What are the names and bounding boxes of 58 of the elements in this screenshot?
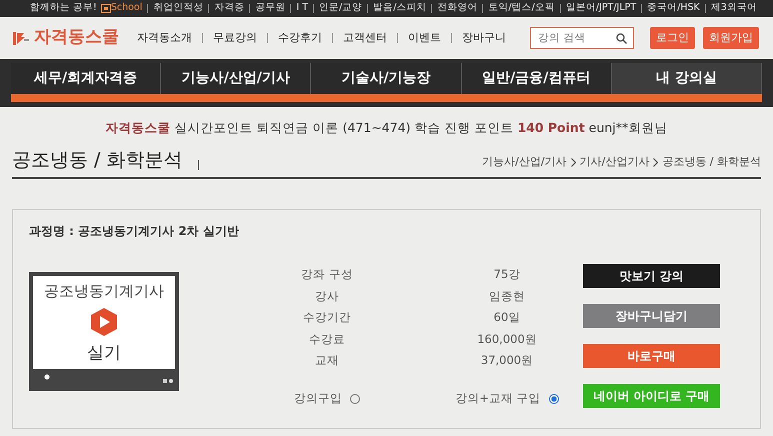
top-link[interactable]: 취업인적성 xyxy=(153,1,204,16)
radio-button[interactable] xyxy=(350,394,360,404)
detail-value: 75강 xyxy=(492,266,522,284)
header-menu-link[interactable]: 고객센터 xyxy=(343,30,387,46)
play-icon[interactable] xyxy=(90,306,118,337)
top-link[interactable]: 자격증 xyxy=(214,1,244,16)
search-field[interactable]: 강의 검색 xyxy=(530,27,634,49)
cart-button[interactable]: 장바구니담기 xyxy=(583,304,720,328)
top-link[interactable]: 중국어/HSK xyxy=(647,1,700,16)
top-link[interactable]: 인문/교양 xyxy=(319,1,362,16)
preview-button[interactable]: 맛보기 강의 xyxy=(583,264,720,288)
top-link[interactable]: 발음/스피치 xyxy=(373,1,426,16)
breadcrumb-link[interactable]: 공조냉동 / 화학분석 xyxy=(662,154,761,170)
detail-value: 37,000원 xyxy=(480,352,534,370)
header-menu-link[interactable]: 무료강의 xyxy=(213,30,257,46)
buy-button[interactable]: 바로구매 xyxy=(583,344,720,368)
radio-button[interactable] xyxy=(548,394,559,404)
header-menu-link[interactable]: 장바구니 xyxy=(462,30,506,46)
points-notice: 자격동스쿨 실시간포인트 퇴직연금 이론 (471~474) 학습 진행 포인트 140 Point eunj**회원님 xyxy=(104,119,668,137)
detail-label: 교재 xyxy=(314,352,340,370)
detail-value: 60일 xyxy=(492,309,522,326)
top-link[interactable]: 일본어/JPT/JLPT xyxy=(566,1,636,16)
detail-label: 강사 xyxy=(314,288,340,305)
school-link[interactable]: School xyxy=(100,1,142,16)
nav-tab[interactable]: 일반/금융/컴퓨터 xyxy=(462,63,612,94)
nav-tab[interactable]: 기술사/기능장 xyxy=(311,63,462,94)
detail-label: 수강기간 xyxy=(302,309,352,326)
login-button[interactable]: 로그인 xyxy=(650,26,695,50)
breadcrumb-link[interactable]: 기사/산업기사 xyxy=(580,154,650,170)
top-link[interactable]: 공무원 xyxy=(255,1,286,16)
top-link[interactable]: I T xyxy=(296,1,308,16)
slogan-text: 함께하는 공부! xyxy=(30,1,97,16)
header-menu-link[interactable]: 이벤트 xyxy=(408,30,441,46)
nav-tab[interactable]: 세무/회계자격증 xyxy=(11,63,162,94)
header-menu-link[interactable]: 수강후기 xyxy=(278,30,322,46)
thumbnail-title: 공조냉동기계기사 xyxy=(44,281,164,302)
top-link[interactable]: 제3외국어 xyxy=(710,1,757,16)
detail-label: 강좌 구성 xyxy=(300,266,354,284)
top-link[interactable]: 토익/텝스/오픽 xyxy=(488,1,555,16)
page-title: 공조냉동 / 화학분석 xyxy=(12,148,182,173)
option-label: 강의+교재 구입 xyxy=(455,390,541,407)
nav-tab[interactable]: 내 강의실 xyxy=(612,63,762,94)
top-link[interactable]: 전화영어 xyxy=(437,1,478,16)
course-name: 과정명 : 공조냉동기계기사 2차 실기반 xyxy=(29,223,240,240)
school-logo-icon xyxy=(100,4,111,13)
search-icon[interactable] xyxy=(616,33,627,44)
chevron-icon xyxy=(570,158,576,166)
signup-button[interactable]: 회원가입 xyxy=(703,26,759,50)
detail-value: 160,000원 xyxy=(476,330,538,348)
thumbnail-subtitle: 실기 xyxy=(87,342,121,365)
breadcrumb-link[interactable]: 기능사/산업/기사 xyxy=(482,154,567,170)
logo-icon xyxy=(12,30,30,46)
chevron-icon xyxy=(653,158,658,166)
header-menu-link[interactable]: 자격동소개 xyxy=(137,30,192,46)
nav-tab[interactable]: 기능사/산업/기사 xyxy=(161,63,312,94)
detail-value: 임종현 xyxy=(488,288,526,305)
option-label: 강의구입 xyxy=(294,390,342,407)
detail-label: 수강료 xyxy=(308,330,346,348)
